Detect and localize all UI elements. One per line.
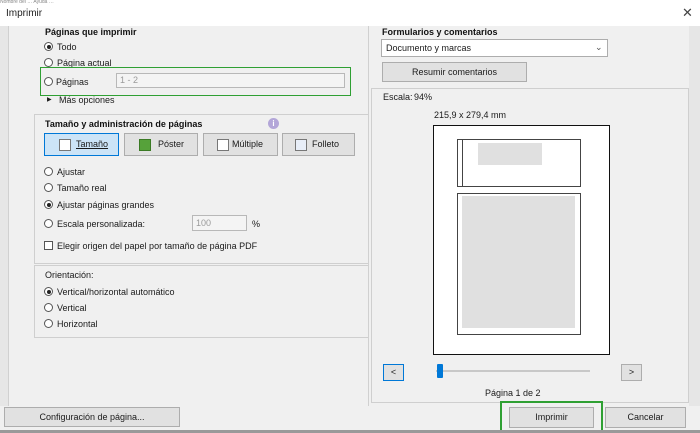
preview-body-image: [462, 196, 575, 328]
pdf-paper-source-label: Elegir origen del papel por tamaño de pá…: [57, 241, 258, 251]
tab-booklet[interactable]: Folleto: [282, 133, 355, 156]
size-icon: [59, 139, 71, 151]
info-icon[interactable]: i: [268, 118, 279, 129]
radio-landscape-label: Horizontal: [57, 319, 98, 329]
tab-poster-label: Póster: [158, 139, 185, 149]
forms-select[interactable]: Documento y marcas ⌄: [381, 39, 608, 57]
page-slider-thumb[interactable]: [437, 364, 444, 378]
booklet-icon: [295, 139, 307, 151]
scale-label: Escala:: [383, 92, 413, 102]
cancel-button[interactable]: Cancelar: [605, 407, 686, 428]
preview-body-block: [457, 193, 581, 335]
orientation-title: Orientación:: [45, 270, 94, 280]
forms-select-value: Documento y marcas: [386, 43, 472, 53]
radio-pages-label: Páginas: [56, 77, 89, 87]
preview-header-rule: [462, 139, 463, 187]
next-page-button[interactable]: >: [621, 364, 642, 381]
radio-custom-scale[interactable]: [44, 219, 53, 228]
print-button[interactable]: Imprimir: [509, 407, 594, 428]
radio-fit[interactable]: [44, 167, 53, 176]
pages-section-title: Páginas que imprimir: [45, 27, 137, 37]
previous-page-button[interactable]: <: [383, 364, 404, 381]
poster-icon: [139, 139, 151, 151]
tab-poster[interactable]: Póster: [124, 133, 198, 156]
radio-portrait-label: Vertical: [57, 303, 87, 313]
preview-header-block: [457, 139, 581, 187]
multiple-icon: [217, 139, 229, 151]
more-options-arrow-icon[interactable]: ▶: [47, 96, 52, 103]
page-setup-button[interactable]: Configuración de página...: [4, 407, 180, 427]
left-scrollbar[interactable]: [0, 26, 8, 406]
page-slider-track[interactable]: [436, 370, 590, 372]
radio-portrait[interactable]: [44, 303, 53, 312]
title-bar: Nombre del … Ayuda … Imprimir ✕: [0, 0, 700, 26]
radio-shrink-oversized[interactable]: [44, 200, 53, 209]
radio-custom-scale-label: Escala personalizada:: [57, 219, 146, 229]
tab-booklet-label: Folleto: [312, 139, 340, 149]
chevron-down-icon: ⌄: [595, 42, 603, 52]
page-dimensions: 215,9 x 279,4 mm: [434, 110, 507, 120]
tab-size[interactable]: Tamaño: [44, 133, 119, 156]
radio-fit-label: Ajustar: [57, 167, 86, 177]
radio-all-label: Todo: [57, 42, 77, 52]
pages-range-input[interactable]: 1 - 2: [116, 73, 345, 88]
radio-current-page[interactable]: [44, 58, 53, 67]
forms-title: Formularios y comentarios: [382, 27, 498, 37]
page-sizing-title: Tamaño y administración de páginas: [45, 119, 203, 129]
radio-shrink-oversized-label: Ajustar páginas grandes: [57, 200, 155, 210]
radio-auto-orientation[interactable]: [44, 287, 53, 296]
partial-header-text: Nombre del … Ayuda …: [0, 0, 54, 4]
percent-label: %: [252, 219, 261, 229]
custom-scale-input[interactable]: 100: [192, 215, 247, 231]
page-indicator: Página 1 de 2: [485, 388, 541, 398]
radio-actual-size[interactable]: [44, 183, 53, 192]
summarize-comments-button[interactable]: Resumir comentarios: [382, 62, 527, 82]
more-options-link[interactable]: Más opciones: [59, 95, 115, 105]
preview-header-image: [478, 143, 542, 165]
radio-auto-orientation-label: Vertical/horizontal automático: [57, 287, 175, 297]
tab-size-label: Tamaño: [76, 139, 109, 149]
preview-page: [433, 125, 610, 355]
left-divider: [8, 26, 9, 406]
close-icon[interactable]: ✕: [682, 5, 693, 21]
radio-pages[interactable]: [44, 77, 53, 86]
radio-all[interactable]: [44, 42, 53, 51]
scale-value: 94%: [414, 92, 433, 102]
right-scrollbar[interactable]: [689, 26, 700, 406]
radio-landscape[interactable]: [44, 319, 53, 328]
tab-multiple-label: Múltiple: [232, 139, 264, 149]
pdf-paper-source-checkbox[interactable]: [44, 241, 53, 250]
window-title: Imprimir: [6, 8, 43, 19]
center-divider: [368, 26, 369, 406]
radio-actual-size-label: Tamaño real: [57, 183, 107, 193]
tab-multiple[interactable]: Múltiple: [203, 133, 278, 156]
